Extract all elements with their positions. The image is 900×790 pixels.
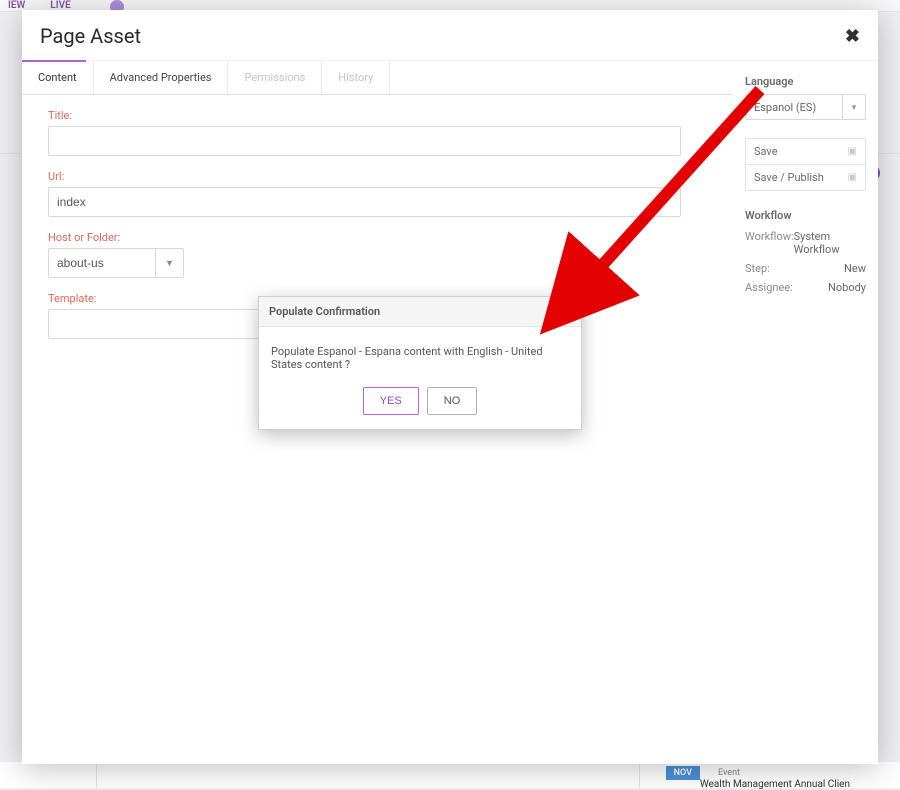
assignee-key: Assignee:: [745, 281, 793, 294]
save-publish-label: Save / Publish: [754, 171, 824, 184]
yes-button[interactable]: YES: [363, 387, 419, 415]
host-folder-label: Host or Folder:: [48, 231, 707, 244]
popup-close-icon[interactable]: ✕: [570, 294, 584, 308]
sidebar-column: Language Espanol (ES) ▼ Save ▣ Save / Pu…: [733, 61, 878, 764]
template-input[interactable]: [48, 309, 268, 339]
workflow-assignee-row: Assignee: Nobody: [745, 281, 866, 294]
language-value: Espanol (ES): [745, 94, 842, 120]
field-url: Url:: [48, 170, 707, 217]
host-folder-input[interactable]: [48, 248, 156, 278]
workflow-key: Workflow:: [745, 230, 794, 256]
action-list: Save ▣ Save / Publish ▣: [745, 138, 866, 191]
workflow-step-row: Step: New: [745, 262, 866, 275]
tab-bar: Content Advanced Properties Permissions …: [22, 61, 733, 95]
host-folder-combo: ▼: [48, 248, 707, 278]
close-icon[interactable]: ✖: [845, 26, 860, 47]
language-select[interactable]: Espanol (ES) ▼: [745, 94, 866, 120]
step-key: Step:: [745, 262, 770, 275]
populate-confirmation-dialog: Populate Confirmation ✕ Populate Espanol…: [258, 296, 582, 430]
step-value: New: [844, 262, 866, 275]
tab-content[interactable]: Content: [22, 61, 94, 94]
modal-header: Page Asset ✖: [22, 10, 878, 60]
save-button[interactable]: Save ▣: [746, 139, 865, 165]
tab-history[interactable]: History: [322, 61, 390, 94]
workflow-row: Workflow: System Workflow: [745, 230, 866, 256]
title-input[interactable]: [48, 126, 681, 156]
assignee-value: Nobody: [828, 281, 866, 294]
host-folder-dropdown-button[interactable]: ▼: [156, 248, 184, 278]
popup-header: Populate Confirmation: [259, 297, 581, 327]
save-publish-icon: ▣: [848, 172, 857, 183]
workflow-section: Workflow Workflow: System Workflow Step:…: [745, 209, 866, 294]
popup-buttons: YES NO: [259, 381, 581, 429]
language-label: Language: [745, 75, 866, 88]
save-icon: ▣: [848, 146, 857, 157]
title-label: Title:: [48, 109, 707, 122]
tab-advanced-properties[interactable]: Advanced Properties: [94, 61, 229, 94]
url-label: Url:: [48, 170, 707, 183]
no-button[interactable]: NO: [427, 387, 478, 415]
tab-permissions[interactable]: Permissions: [228, 61, 322, 94]
save-publish-button[interactable]: Save / Publish ▣: [746, 165, 865, 190]
field-host-folder: Host or Folder: ▼: [48, 231, 707, 278]
chevron-down-icon: ▼: [850, 103, 858, 112]
modal-title: Page Asset: [40, 24, 141, 48]
chevron-down-icon: ▼: [165, 258, 174, 269]
popup-title: Populate Confirmation: [269, 305, 380, 318]
url-input[interactable]: [48, 187, 681, 217]
workflow-heading: Workflow: [745, 209, 866, 222]
popup-message: Populate Espanol - Espana content with E…: [259, 327, 581, 381]
save-label: Save: [754, 145, 778, 158]
language-dropdown-button[interactable]: ▼: [842, 94, 866, 120]
workflow-value: System Workflow: [794, 230, 866, 256]
field-title: Title:: [48, 109, 707, 156]
